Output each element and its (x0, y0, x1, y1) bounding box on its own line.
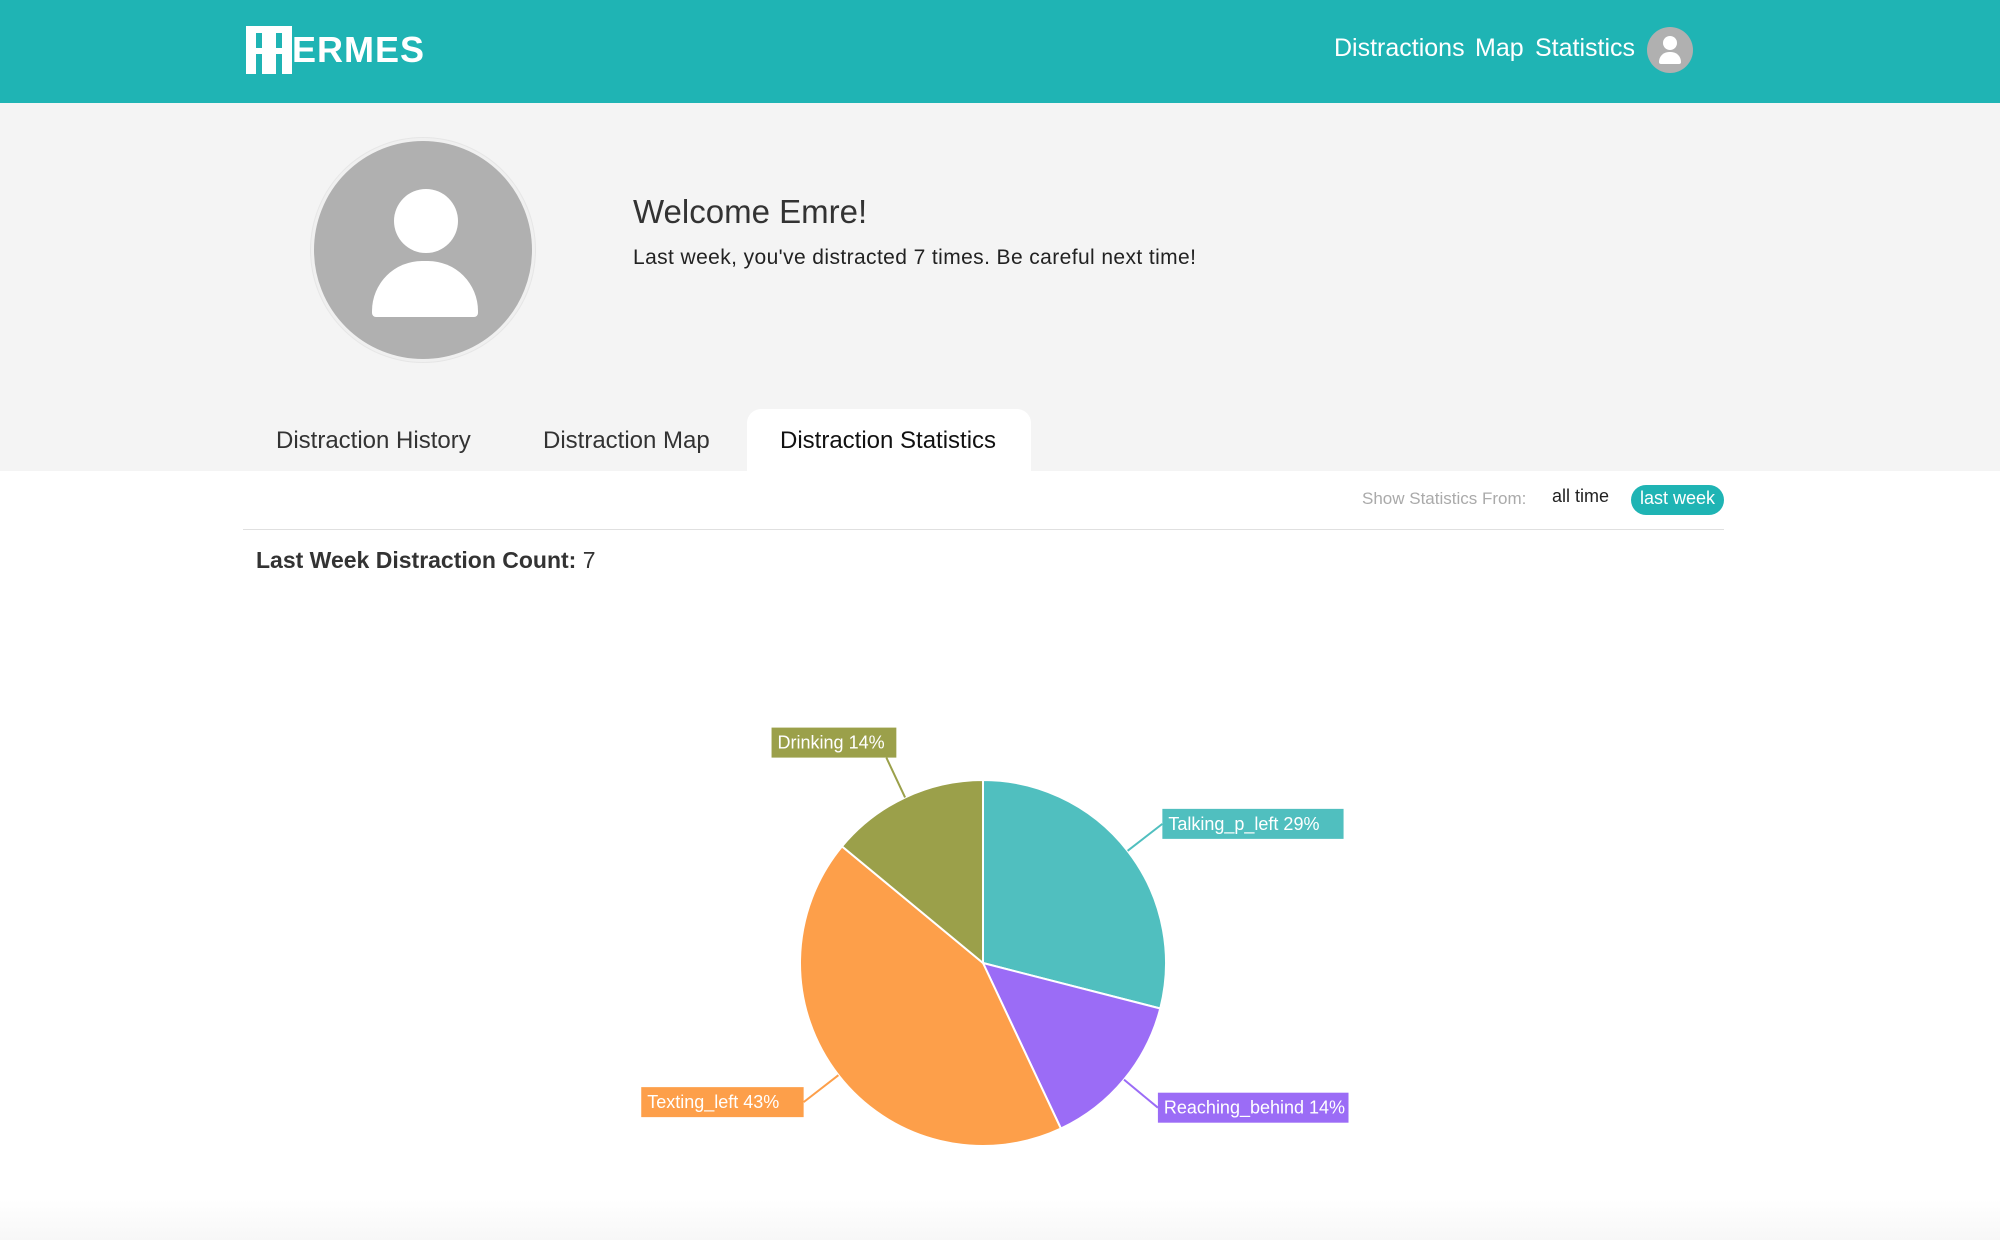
hermes-logo[interactable]: ERMES (246, 26, 425, 74)
nav-link-distractions[interactable]: Distractions (1334, 34, 1465, 63)
filter-all-time-button[interactable]: all time (1552, 486, 1609, 507)
distraction-count-label: Last Week Distraction Count: (256, 547, 577, 573)
pie-label-talking-p-left: Talking_p_left 29% (1168, 814, 1319, 835)
distraction-count-value: 7 (582, 547, 596, 573)
pie-label-reaching-behind: Reaching_behind 14% (1164, 1098, 1345, 1119)
pie-leader-line (803, 1074, 840, 1103)
tab-distraction-statistics[interactable]: Distraction Statistics (747, 409, 1031, 471)
pie-label-texting-left: Texting_left 43% (647, 1092, 779, 1113)
logo-text: ERMES (292, 29, 426, 70)
distraction-pie-chart: Talking_p_left 29% Reaching_behind 14% Tex… (641, 727, 1349, 1147)
page-footer-shade (0, 1200, 2000, 1240)
filter-last-week-button[interactable]: last week (1631, 485, 1725, 515)
welcome-subtitle: Last week, you've distracted 7 times. Be… (633, 246, 1197, 269)
nav-link-map[interactable]: Map (1475, 34, 1524, 63)
pie-leader-line (885, 757, 906, 798)
pie-label-drinking: Drinking 14% (778, 733, 885, 753)
user-avatar-icon[interactable] (1647, 27, 1693, 73)
welcome-heading: Welcome Emre! (633, 193, 868, 230)
nav-link-statistics[interactable]: Statistics (1535, 34, 1635, 63)
pie-leader-line (1126, 823, 1163, 852)
logo-h-mark (246, 26, 292, 74)
top-navbar: ERMES Distractions Map Statistics (0, 0, 2000, 103)
distraction-count: Last Week Distraction Count: 7 (256, 547, 596, 574)
profile-avatar-icon (311, 138, 535, 362)
tab-distraction-map[interactable]: Distraction Map (511, 409, 742, 471)
filter-label: Show Statistics From: (1362, 489, 1527, 508)
pie-leader-line (1123, 1078, 1159, 1109)
profile-header: Welcome Emre! Last week, you've distract… (0, 103, 2000, 471)
tab-distraction-history[interactable]: Distraction History (244, 409, 503, 471)
section-divider (243, 529, 1724, 530)
